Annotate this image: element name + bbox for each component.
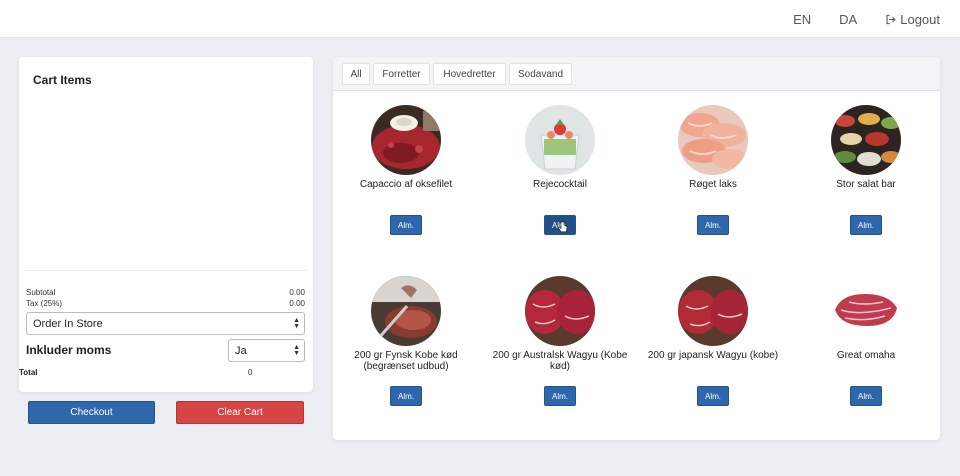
tab-forretter[interactable]: Forretter [373,63,430,85]
category-tabs: All Forretter Hovedretter Sodavand [333,57,940,91]
product-name: Rejecocktail [533,179,587,190]
tax-value: 0.00 [289,299,305,308]
add-alm-button[interactable]: Alm. [544,386,576,406]
add-alm-button[interactable]: Alm. [850,386,882,406]
add-alm-button[interactable]: Alm. [697,215,729,235]
lang-da-link[interactable]: DA [839,12,857,27]
product-card[interactable]: Great omaha Alm. [791,276,941,426]
select-arrows-icon: ▲ ▼ [293,343,300,357]
add-alm-button[interactable]: Alm. [390,215,422,235]
order-type-value: Order In Store [33,317,103,330]
product-card[interactable]: 200 gr Fynsk Kobe kød (begrænset udbud) … [331,276,481,426]
top-bar: EN DA Logout [0,0,960,38]
product-name: Great omaha [836,350,896,361]
add-alm-button[interactable]: Alm. [390,386,422,406]
moms-value: Ja [235,344,247,357]
product-name: 200 gr japansk Wagyu (kobe) [647,350,779,361]
select-arrows-icon: ▲ ▼ [293,316,300,330]
product-name: 200 gr Fynsk Kobe kød (begrænset udbud) [354,350,458,372]
product-image-carpaccio [371,105,441,175]
product-image-rejecocktail [525,105,595,175]
lang-en-link[interactable]: EN [793,12,811,27]
product-image-salmon [678,105,748,175]
product-card[interactable]: Stor salat bar Alm. [791,105,941,255]
logout-icon [886,14,896,24]
tax-row: Tax (25%) 0.00 [26,299,305,308]
logout-link[interactable]: Logout [885,12,940,27]
total-label: Total [19,368,38,377]
product-card[interactable]: Rejecocktail Alm. [485,105,635,255]
product-name: Stor salat bar [836,179,896,190]
product-name: 200 gr Australsk Wagyu (Kobe kød) [492,350,628,372]
product-image-great-omaha [831,276,901,346]
cart-divider [25,270,307,271]
moms-select[interactable]: Ja ▲ ▼ [228,339,305,362]
order-type-select[interactable]: Order In Store ▲ ▼ [26,312,305,335]
checkout-button[interactable]: Checkout [28,401,155,424]
product-image-australian-wagyu [525,276,595,346]
product-name: Capaccio af oksefilet [359,179,453,190]
tab-sodavand[interactable]: Sodavand [509,63,572,85]
tax-label: Tax (25%) [26,299,63,308]
top-nav: EN DA Logout [793,0,940,38]
subtotal-label: Subtotal [26,288,56,297]
product-card[interactable]: 200 gr japansk Wagyu (kobe) Alm. [638,276,788,426]
hand-cursor-icon [558,221,568,233]
total-value: 0 [248,368,253,377]
tab-all[interactable]: All [342,63,370,85]
add-alm-button[interactable]: Alm. [850,215,882,235]
product-name: Røget laks [689,179,737,190]
clear-cart-button[interactable]: Clear Cart [176,401,304,424]
product-card[interactable]: 200 gr Australsk Wagyu (Kobe kød) Alm. [485,276,635,426]
product-image-kobe [371,276,441,346]
cart-panel: Cart Items Subtotal 0.00 Tax (25%) 0.00 … [19,57,313,392]
menu-panel: All Forretter Hovedretter Sodavand Capac… [333,57,940,440]
logout-label: Logout [900,11,940,27]
product-image-japanese-wagyu [678,276,748,346]
product-image-salad-bar [831,105,901,175]
moms-label: Inkluder moms [26,343,112,357]
tab-hovedretter[interactable]: Hovedretter [433,63,506,85]
add-alm-button[interactable]: Alm. [544,215,576,235]
subtotal-value: 0.00 [289,288,305,297]
product-card[interactable]: Capaccio af oksefilet Alm. [331,105,481,255]
add-alm-button[interactable]: Alm. [697,386,729,406]
cart-title: Cart Items [33,73,92,87]
subtotal-row: Subtotal 0.00 [26,288,305,297]
product-card[interactable]: Røget laks Alm. [638,105,788,255]
